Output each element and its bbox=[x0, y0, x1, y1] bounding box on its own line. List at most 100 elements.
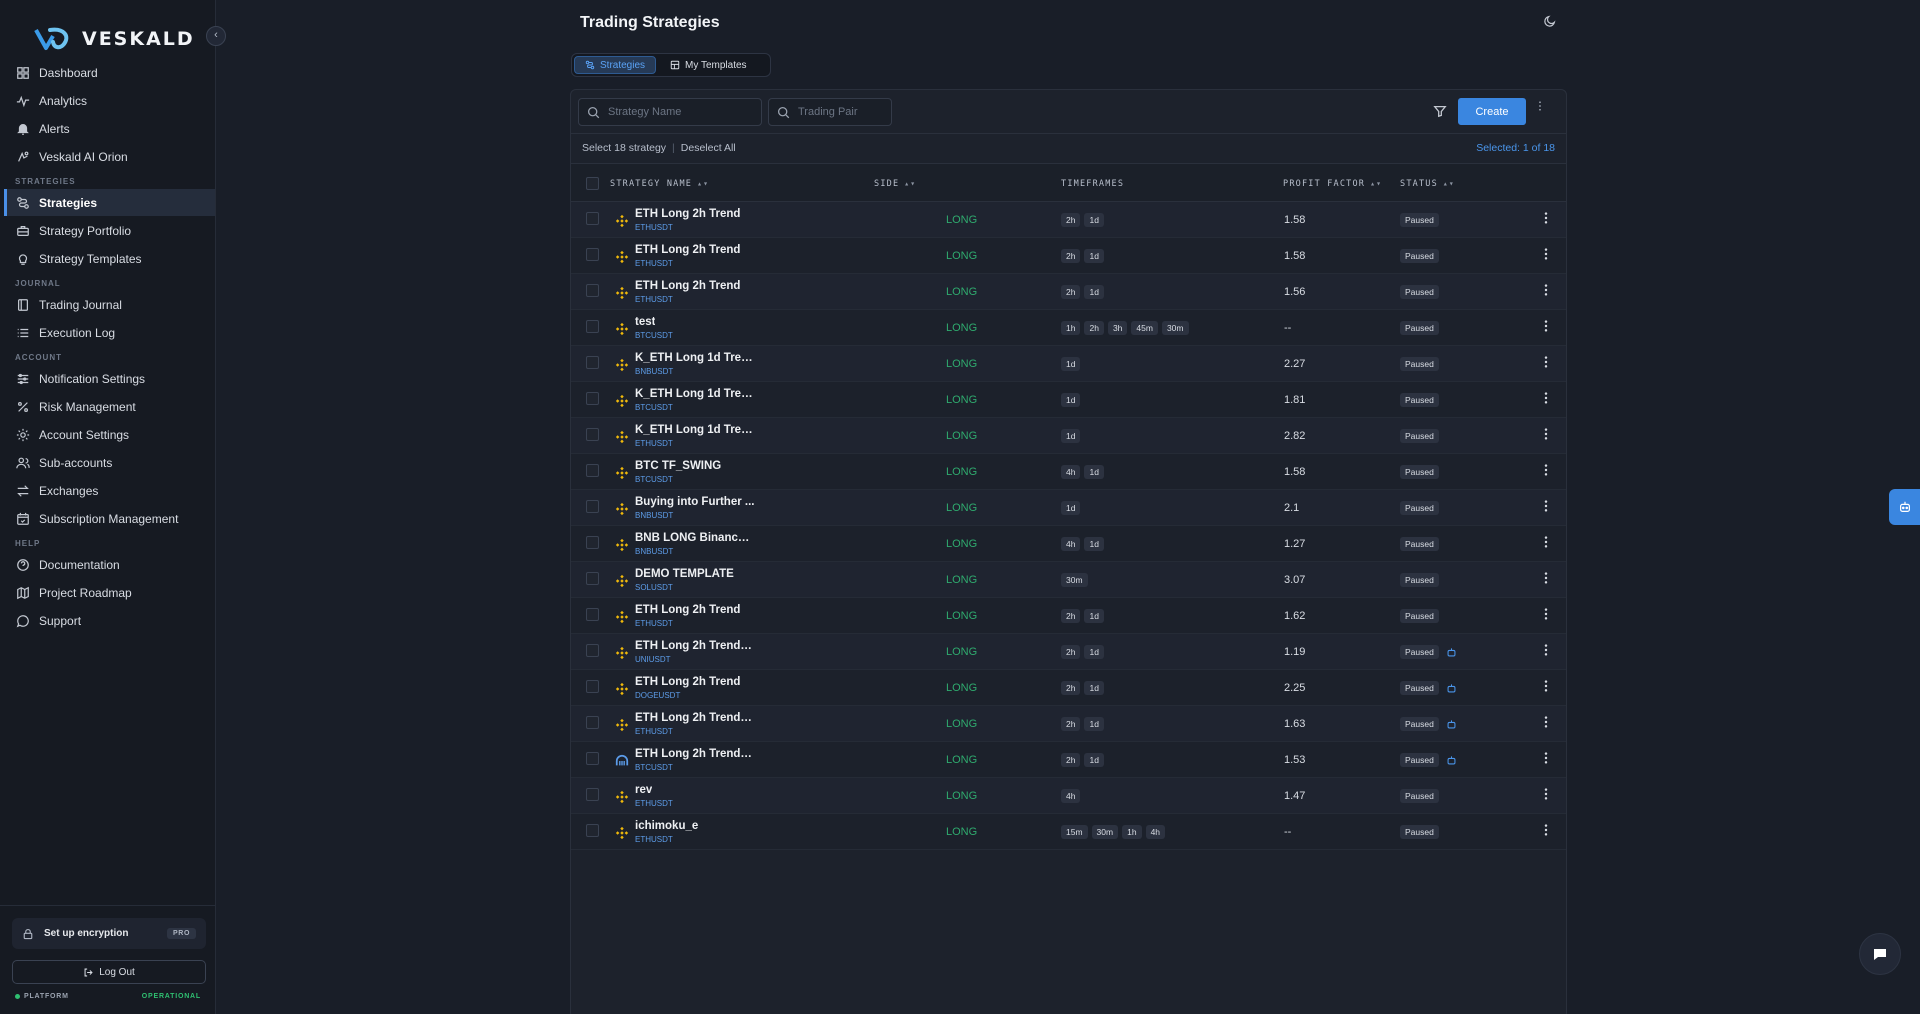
row-checkbox[interactable] bbox=[586, 680, 599, 693]
row-checkbox[interactable] bbox=[586, 320, 599, 333]
select-all-checkbox[interactable] bbox=[586, 177, 599, 190]
table-row[interactable]: K_ETH Long 1d Trend BNBUSDT LONG 1d 2.27 Paus… bbox=[571, 346, 1566, 382]
sidebar-item-exchanges[interactable]: Exchanges bbox=[4, 477, 215, 504]
strategy-name[interactable]: test bbox=[635, 316, 655, 328]
row-checkbox[interactable] bbox=[586, 248, 599, 261]
deselect-all-link[interactable]: Deselect All bbox=[681, 142, 736, 154]
row-menu-button[interactable] bbox=[1540, 463, 1552, 481]
sidebar-item-strategies[interactable]: Strategies bbox=[4, 189, 215, 216]
strategy-name[interactable]: ETH Long 2h Trend -e... bbox=[635, 748, 755, 760]
row-menu-button[interactable] bbox=[1540, 427, 1552, 445]
row-menu-button[interactable] bbox=[1540, 211, 1552, 229]
strategy-name[interactable]: K_ETH Long 1d Trend bbox=[635, 388, 755, 400]
sidebar-item-strategy-portfolio[interactable]: Strategy Portfolio bbox=[4, 217, 215, 244]
sidebar-item-strategy-templates[interactable]: Strategy Templates bbox=[4, 245, 215, 272]
create-button[interactable]: Create bbox=[1458, 98, 1526, 125]
row-checkbox[interactable] bbox=[586, 608, 599, 621]
sidebar-item-veskald-ai-orion[interactable]: Veskald AI Orion bbox=[4, 143, 215, 170]
tab-strategies[interactable]: Strategies bbox=[574, 56, 657, 74]
row-menu-button[interactable] bbox=[1540, 823, 1552, 841]
ai-assistant-tab[interactable] bbox=[1889, 489, 1920, 525]
row-checkbox[interactable] bbox=[586, 824, 599, 837]
row-checkbox[interactable] bbox=[586, 428, 599, 441]
table-row[interactable]: ETH Long 2h Trend -e... ETHUSDT LONG 2h 1d 1.… bbox=[571, 706, 1566, 742]
column-status[interactable]: STATUS ▴▾ bbox=[1400, 179, 1455, 189]
strategy-name[interactable]: BTC TF_SWING bbox=[635, 460, 721, 472]
column-strategy-name[interactable]: STRATEGY NAME ▴▾ bbox=[610, 179, 709, 189]
table-row[interactable]: Buying into Further ... BNBUSDT LONG 1d 2.1 P… bbox=[571, 490, 1566, 526]
row-checkbox[interactable] bbox=[586, 356, 599, 369]
row-checkbox[interactable] bbox=[586, 212, 599, 225]
strategy-name[interactable]: ETH Long 2h Trend bbox=[635, 280, 740, 292]
table-row[interactable]: K_ETH Long 1d Trend BTCUSDT LONG 1d 1.81 Paus… bbox=[571, 382, 1566, 418]
column-profit-factor[interactable]: PROFIT FACTOR ▴▾ bbox=[1283, 179, 1382, 189]
row-menu-button[interactable] bbox=[1540, 751, 1552, 769]
table-row[interactable]: BTC TF_SWING BTCUSDT LONG 4h 1d 1.58 Paused bbox=[571, 454, 1566, 490]
strategy-name[interactable]: ETH Long 2h Trend bbox=[635, 604, 740, 616]
filter-button[interactable] bbox=[1433, 104, 1447, 118]
row-menu-button[interactable] bbox=[1540, 643, 1552, 661]
row-menu-button[interactable] bbox=[1540, 355, 1552, 373]
row-checkbox[interactable] bbox=[586, 464, 599, 477]
row-checkbox[interactable] bbox=[586, 500, 599, 513]
row-menu-button[interactable] bbox=[1540, 715, 1552, 733]
sidebar-item-support[interactable]: Support bbox=[4, 607, 215, 634]
table-row[interactable]: ETH Long 2h Trend -e... BTCUSDT LONG 2h 1d 1.… bbox=[571, 742, 1566, 778]
strategy-name[interactable]: ETH Long 2h Trend bbox=[635, 208, 740, 220]
more-options-button[interactable] bbox=[1533, 100, 1547, 120]
row-checkbox[interactable] bbox=[586, 284, 599, 297]
trading-pair-input[interactable] bbox=[798, 106, 883, 118]
row-checkbox[interactable] bbox=[586, 392, 599, 405]
table-row[interactable]: ETH Long 2h Trend -e... UNIUSDT LONG 2h 1d 1.… bbox=[571, 634, 1566, 670]
strategy-name[interactable]: BNB LONG Binance 4H bbox=[635, 532, 755, 544]
strategy-name[interactable]: DEMO TEMPLATE bbox=[635, 568, 734, 580]
strategy-name[interactable]: K_ETH Long 1d Trend bbox=[635, 424, 755, 436]
strategy-name[interactable]: rev bbox=[635, 784, 652, 796]
sidebar-item-account-settings[interactable]: Account Settings bbox=[4, 421, 215, 448]
row-checkbox[interactable] bbox=[586, 716, 599, 729]
row-menu-button[interactable] bbox=[1540, 607, 1552, 625]
strategy-name[interactable]: ETH Long 2h Trend -e... bbox=[635, 712, 755, 724]
chat-support-button[interactable] bbox=[1859, 933, 1901, 975]
sidebar-item-sub-accounts[interactable]: Sub-accounts bbox=[4, 449, 215, 476]
row-checkbox[interactable] bbox=[586, 644, 599, 657]
row-menu-button[interactable] bbox=[1540, 535, 1552, 553]
table-row[interactable]: rev ETHUSDT LONG 4h 1.47 Paused bbox=[571, 778, 1566, 814]
row-menu-button[interactable] bbox=[1540, 499, 1552, 517]
table-row[interactable]: ETH Long 2h Trend ETHUSDT LONG 2h 1d 1.56 Paus… bbox=[571, 274, 1566, 310]
table-row[interactable]: DEMO TEMPLATE SOLUSDT LONG 30m 3.07 Paused bbox=[571, 562, 1566, 598]
table-row[interactable]: ETH Long 2h Trend ETHUSDT LONG 2h 1d 1.58 Paus… bbox=[571, 202, 1566, 238]
row-checkbox[interactable] bbox=[586, 536, 599, 549]
table-row[interactable]: ichimoku_e ETHUSDT LONG 15m 30m 1h 4h -- Paused bbox=[571, 814, 1566, 850]
theme-toggle-button[interactable] bbox=[1543, 14, 1561, 32]
table-row[interactable]: test BTCUSDT LONG 1h 2h 3h 45m 30m -- Paused bbox=[571, 310, 1566, 346]
trading-pair-search[interactable] bbox=[768, 98, 892, 126]
select-all-link[interactable]: Select 18 strategy bbox=[582, 142, 666, 154]
strategy-name[interactable]: K_ETH Long 1d Trend bbox=[635, 352, 755, 364]
logout-button[interactable]: Log Out bbox=[12, 960, 206, 984]
row-menu-button[interactable] bbox=[1540, 679, 1552, 697]
setup-encryption-button[interactable]: Set up encryption PRO bbox=[12, 918, 206, 949]
row-menu-button[interactable] bbox=[1540, 571, 1552, 589]
column-side[interactable]: SIDE ▴▾ bbox=[874, 179, 916, 189]
sidebar-item-execution-log[interactable]: Execution Log bbox=[4, 319, 215, 346]
sidebar-item-risk-management[interactable]: Risk Management bbox=[4, 393, 215, 420]
sidebar-item-documentation[interactable]: Documentation bbox=[4, 551, 215, 578]
tab-my-templates[interactable]: My Templates bbox=[660, 56, 757, 74]
strategy-name[interactable]: Buying into Further ... bbox=[635, 496, 754, 508]
sidebar-item-trading-journal[interactable]: Trading Journal bbox=[4, 291, 215, 318]
table-row[interactable]: K_ETH Long 1d Trend ETHUSDT LONG 1d 2.82 Paus… bbox=[571, 418, 1566, 454]
sidebar-item-analytics[interactable]: Analytics bbox=[4, 87, 215, 114]
table-row[interactable]: BNB LONG Binance 4H BNBUSDT LONG 4h 1d 1.27 Pa… bbox=[571, 526, 1566, 562]
row-menu-button[interactable] bbox=[1540, 787, 1552, 805]
brand-logo[interactable]: VESKALD bbox=[34, 26, 195, 52]
row-checkbox[interactable] bbox=[586, 752, 599, 765]
row-menu-button[interactable] bbox=[1540, 319, 1552, 337]
sidebar-item-project-roadmap[interactable]: Project Roadmap bbox=[4, 579, 215, 606]
row-menu-button[interactable] bbox=[1540, 247, 1552, 265]
table-row[interactable]: ETH Long 2h Trend ETHUSDT LONG 2h 1d 1.62 Paus… bbox=[571, 598, 1566, 634]
collapse-sidebar-button[interactable]: ‹ bbox=[206, 26, 226, 46]
strategy-name[interactable]: ETH Long 2h Trend bbox=[635, 676, 740, 688]
strategy-name-search[interactable] bbox=[578, 98, 762, 126]
row-checkbox[interactable] bbox=[586, 788, 599, 801]
